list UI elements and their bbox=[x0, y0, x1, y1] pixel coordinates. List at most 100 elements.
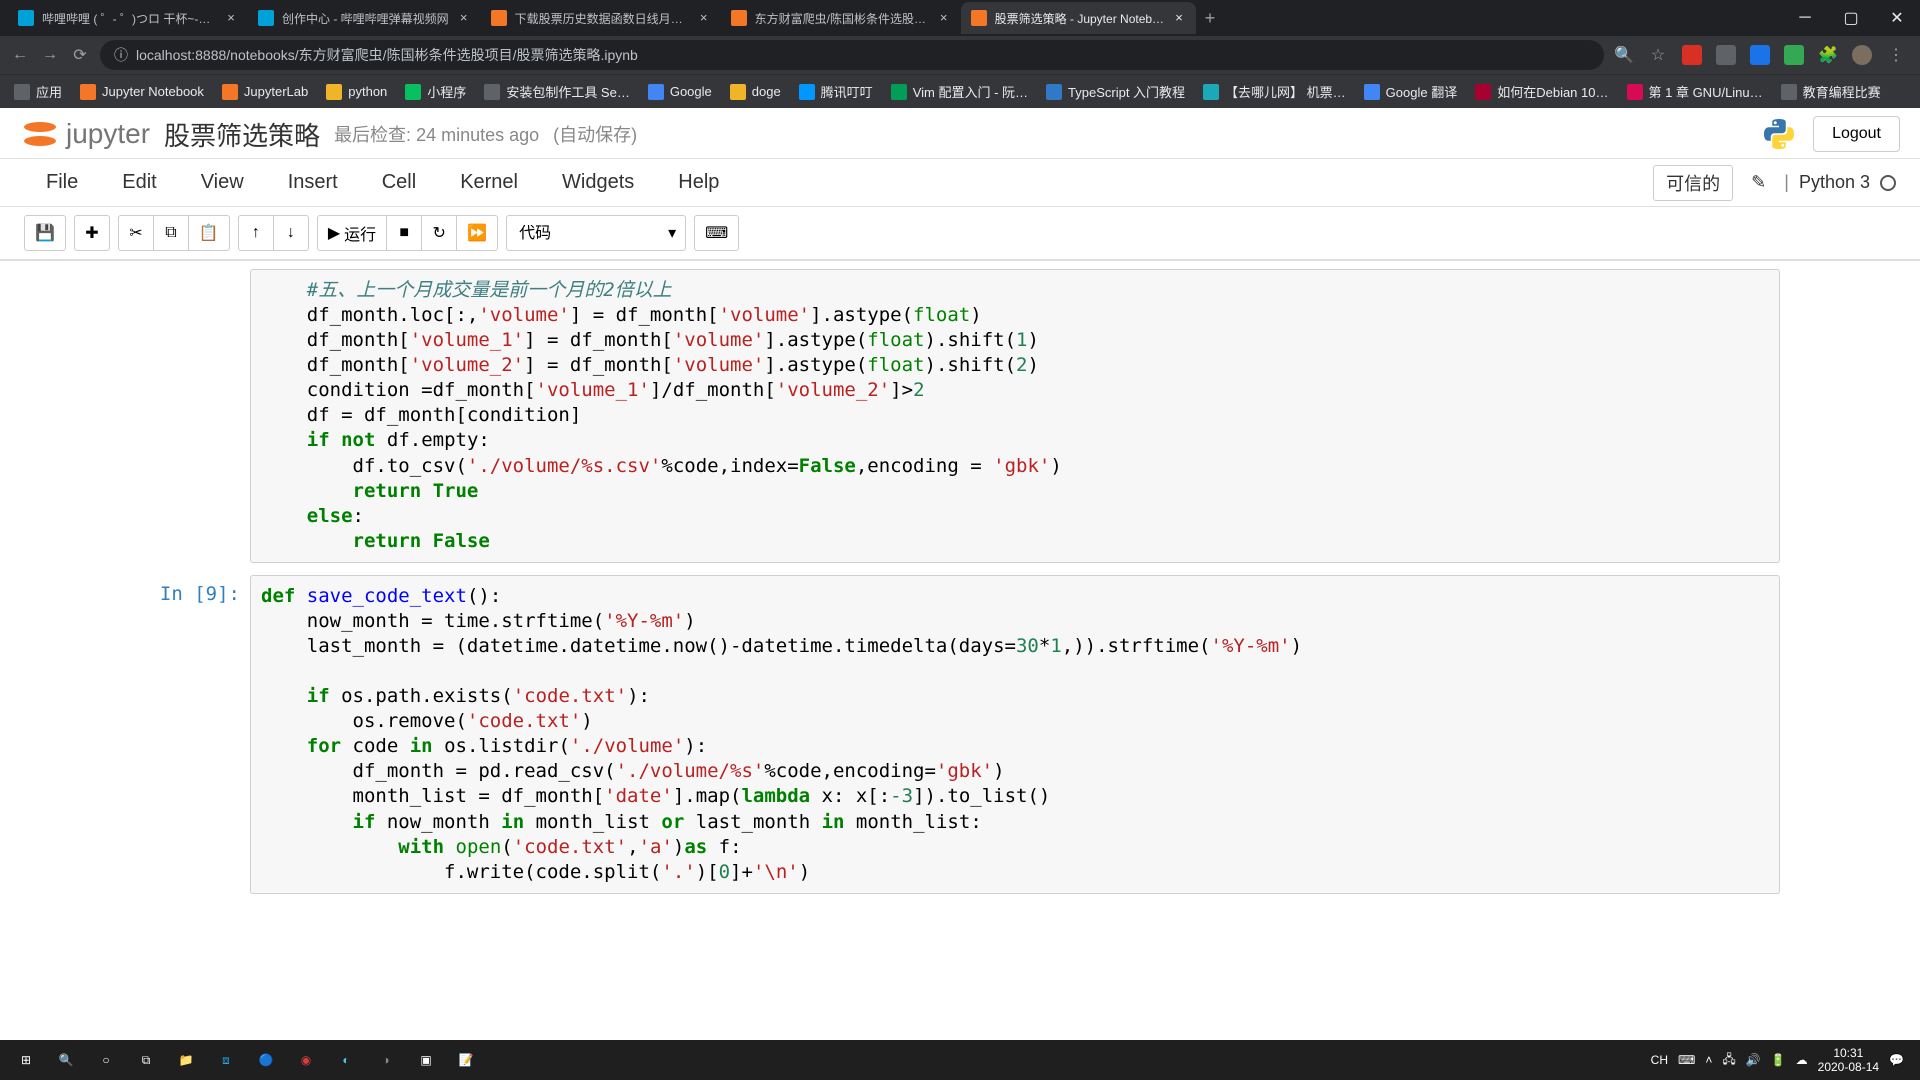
extension-icon[interactable] bbox=[1682, 45, 1702, 65]
ime-indicator[interactable]: CH bbox=[1651, 1053, 1668, 1067]
app-icon[interactable]: ◑ bbox=[366, 1040, 406, 1080]
maximize-button[interactable]: ▢ bbox=[1828, 0, 1874, 36]
vscode-icon[interactable]: ⧈ bbox=[206, 1040, 246, 1080]
bookmark-item[interactable]: 如何在Debian 10… bbox=[1475, 82, 1608, 101]
bookmark-item[interactable]: 第 1 章 GNU/Linu… bbox=[1627, 82, 1763, 101]
menu-help[interactable]: Help bbox=[656, 171, 741, 194]
start-button[interactable]: ⊞ bbox=[6, 1040, 46, 1080]
forward-button[interactable]: → bbox=[40, 45, 60, 65]
minimize-button[interactable]: ─ bbox=[1782, 0, 1828, 36]
bookmark-item[interactable]: JupyterLab bbox=[222, 84, 308, 100]
extension-icon[interactable] bbox=[1784, 45, 1804, 65]
bookmark-item[interactable]: TypeScript 入门教程 bbox=[1046, 82, 1185, 101]
restart-button[interactable]: ↻ bbox=[421, 215, 457, 251]
code-cell[interactable]: In [9]:def save_code_text(): now_month =… bbox=[140, 575, 1780, 894]
omnibox[interactable]: ⓘ localhost:8888/notebooks/东方财富爬虫/陈国彬条件选… bbox=[100, 40, 1604, 70]
bookmark-item[interactable]: Google bbox=[648, 84, 712, 100]
tab-close-icon[interactable]: × bbox=[224, 11, 238, 25]
profile-avatar[interactable] bbox=[1852, 45, 1872, 65]
toolbar-right: 🔍 ☆ 🧩 ⋮ bbox=[1614, 45, 1910, 65]
bookmark-item[interactable]: 【去哪儿网】 机票… bbox=[1203, 82, 1346, 101]
menu-edit[interactable]: Edit bbox=[100, 171, 178, 194]
menu-insert[interactable]: Insert bbox=[266, 171, 360, 194]
interrupt-button[interactable]: ■ bbox=[386, 215, 422, 251]
move-down-button[interactable]: ↓ bbox=[273, 215, 309, 251]
bookmark-label: Google 翻译 bbox=[1386, 82, 1458, 101]
bookmark-item[interactable]: Jupyter Notebook bbox=[80, 84, 204, 100]
jupyter-logo[interactable]: jupyter bbox=[20, 114, 150, 154]
tab-close-icon[interactable]: × bbox=[1172, 11, 1186, 25]
tab-favicon-icon bbox=[731, 10, 747, 26]
menu-view[interactable]: View bbox=[179, 171, 266, 194]
file-explorer-icon[interactable]: 📁 bbox=[166, 1040, 206, 1080]
cell-type-select[interactable]: 代码 bbox=[506, 215, 686, 251]
save-button[interactable]: 💾 bbox=[24, 215, 66, 251]
bookmark-item[interactable]: Google 翻译 bbox=[1364, 82, 1458, 101]
code-input[interactable]: def save_code_text(): now_month = time.s… bbox=[250, 575, 1780, 894]
command-palette-button[interactable]: ⌨ bbox=[694, 215, 739, 251]
clock[interactable]: 10:31 2020-08-14 bbox=[1818, 1046, 1879, 1075]
zoom-icon[interactable]: 🔍 bbox=[1614, 45, 1634, 65]
extensions-menu-icon[interactable]: 🧩 bbox=[1818, 45, 1838, 65]
chrome-menu-icon[interactable]: ⋮ bbox=[1886, 45, 1906, 65]
new-tab-button[interactable]: + bbox=[1196, 4, 1224, 32]
notepad-icon[interactable]: 📝 bbox=[446, 1040, 486, 1080]
app-icon[interactable]: ◐ bbox=[326, 1040, 366, 1080]
address-bar: ← → ⟳ ⓘ localhost:8888/notebooks/东方财富爬虫/… bbox=[0, 36, 1920, 74]
tab-close-icon[interactable]: × bbox=[937, 11, 951, 25]
bookmark-item[interactable]: doge bbox=[730, 84, 781, 100]
bookmark-star-icon[interactable]: ☆ bbox=[1648, 45, 1668, 65]
tab-close-icon[interactable]: × bbox=[697, 11, 711, 25]
terminal-icon[interactable]: ▣ bbox=[406, 1040, 446, 1080]
menu-cell[interactable]: Cell bbox=[360, 171, 438, 194]
restart-run-all-button[interactable]: ⏩ bbox=[456, 215, 498, 251]
extension-icon[interactable] bbox=[1750, 45, 1770, 65]
bookmark-item[interactable]: 教育编程比赛 bbox=[1781, 82, 1881, 101]
tab-title: 哔哩哔哩 ( ゜- ゜)つロ 干杯~-bil… bbox=[42, 10, 216, 27]
back-button[interactable]: ← bbox=[10, 45, 30, 65]
bookmark-item[interactable]: Vim 配置入门 - 阮… bbox=[891, 82, 1028, 101]
notifications-icon[interactable]: 💬 bbox=[1889, 1053, 1904, 1067]
bookmark-item[interactable]: python bbox=[326, 84, 387, 100]
paste-button[interactable]: 📋 bbox=[188, 215, 230, 251]
bookmark-item[interactable]: 安装包制作工具 Se… bbox=[484, 82, 630, 101]
battery-icon[interactable]: 🔋 bbox=[1771, 1053, 1786, 1067]
extension-icon[interactable] bbox=[1716, 45, 1736, 65]
input-indicator[interactable]: ⌨ bbox=[1678, 1053, 1695, 1067]
browser-tab[interactable]: 创作中心 - 哔哩哔哩弹幕视频网× bbox=[248, 2, 481, 34]
network-icon[interactable]: 🖧 bbox=[1722, 1050, 1735, 1071]
onedrive-icon[interactable]: ☁ bbox=[1796, 1053, 1808, 1067]
trusted-indicator[interactable]: 可信的 bbox=[1653, 165, 1733, 201]
menu-file[interactable]: File bbox=[24, 171, 100, 194]
menu-widgets[interactable]: Widgets bbox=[540, 171, 656, 194]
kernel-indicator[interactable]: | Python 3 bbox=[1784, 172, 1896, 193]
move-up-button[interactable]: ↑ bbox=[238, 215, 274, 251]
menu-kernel[interactable]: Kernel bbox=[438, 171, 540, 194]
logout-button[interactable]: Logout bbox=[1813, 116, 1900, 152]
app-icon[interactable]: ◉ bbox=[286, 1040, 326, 1080]
browser-tab[interactable]: 东方财富爬虫/陈国彬条件选股项…× bbox=[721, 2, 961, 34]
bookmark-favicon-icon bbox=[14, 84, 30, 100]
browser-tab[interactable]: 哔哩哔哩 ( ゜- ゜)つロ 干杯~-bil… × bbox=[8, 2, 248, 34]
browser-tab[interactable]: 下载股票历史数据函数日线月线…× bbox=[481, 2, 721, 34]
cut-button[interactable]: ✂ bbox=[118, 215, 154, 251]
notebook-name[interactable]: 股票筛选策略 bbox=[164, 116, 320, 153]
add-cell-button[interactable]: ✚ bbox=[74, 215, 110, 251]
cortana-icon[interactable]: ○ bbox=[86, 1040, 126, 1080]
bookmark-item[interactable]: 腾讯叮叮 bbox=[799, 82, 873, 101]
browser-tab[interactable]: 股票筛选策略 - Jupyter Noteb…× bbox=[961, 2, 1196, 34]
task-view-icon[interactable]: ⧉ bbox=[126, 1040, 166, 1080]
chrome-icon[interactable]: 🔵 bbox=[246, 1040, 286, 1080]
code-cell[interactable]: #五、上一个月成交量是前一个月的2倍以上 df_month.loc[:,'vol… bbox=[140, 269, 1780, 563]
close-window-button[interactable]: ✕ bbox=[1874, 0, 1920, 36]
reload-button[interactable]: ⟳ bbox=[70, 45, 90, 65]
bookmark-item[interactable]: 应用 bbox=[14, 82, 62, 101]
tray-chevron-icon[interactable]: ˄ bbox=[1705, 1053, 1712, 1067]
search-icon[interactable]: 🔍 bbox=[46, 1040, 86, 1080]
copy-button[interactable]: ⧉ bbox=[153, 215, 189, 251]
run-button[interactable]: ▶ 运行 bbox=[317, 215, 387, 251]
code-input[interactable]: #五、上一个月成交量是前一个月的2倍以上 df_month.loc[:,'vol… bbox=[250, 269, 1780, 563]
tab-close-icon[interactable]: × bbox=[457, 11, 471, 25]
volume-icon[interactable]: 🔊 bbox=[1746, 1053, 1761, 1067]
bookmark-item[interactable]: 小程序 bbox=[405, 82, 466, 101]
